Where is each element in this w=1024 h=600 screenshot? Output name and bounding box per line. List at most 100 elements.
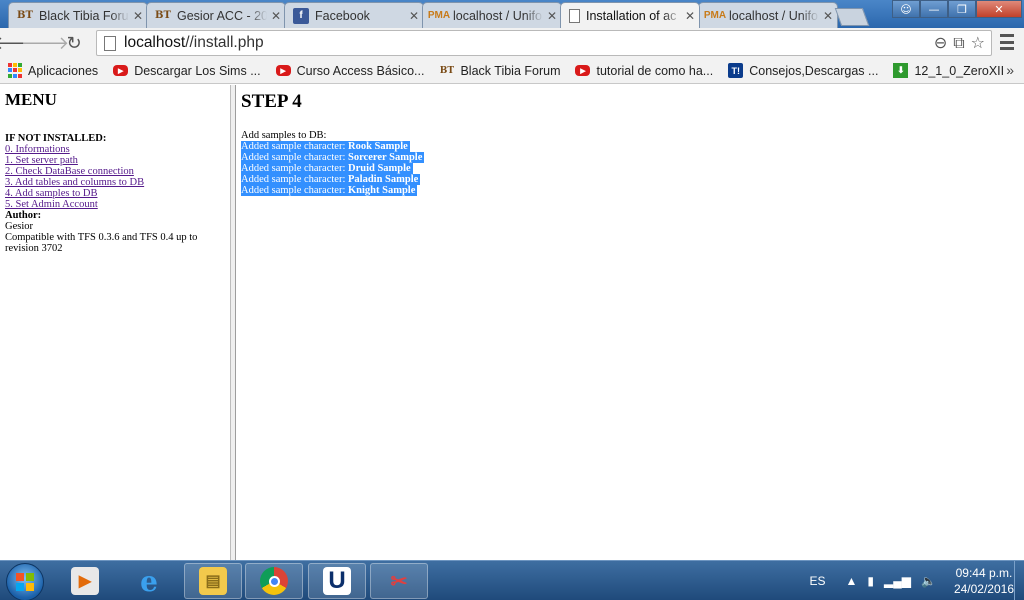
page-icon (104, 35, 116, 51)
page-icon (569, 8, 580, 23)
browser-tab-strip: BT Black Tibia Foru ✕ BT Gesior ACC - 20… (0, 0, 1024, 28)
content-frame: STEP 4 Add samples to DB: Added sample c… (236, 85, 1024, 560)
taskbar-file-explorer[interactable]: ▤ (184, 563, 242, 599)
menu-link-admin-account[interactable]: 5. Set Admin Account (5, 199, 225, 210)
bookmarks-bar: Aplicaciones ▶ Descargar Los Sims ... ▶ … (0, 58, 1024, 84)
address-bar[interactable]: localhost//install.php ⊖ ⧉ ☆ (96, 30, 992, 56)
internet-explorer-icon: e (140, 564, 158, 598)
tab-gesior-acc[interactable]: BT Gesior ACC - 20 ✕ (146, 2, 286, 28)
sample-name: Rook Sample (348, 141, 408, 152)
compatibility-text: Compatible with TFS 0.3.6 and TFS 0.4 up… (5, 232, 198, 254)
window-controls: ☺ — ❐ ✕ (892, 0, 1022, 20)
author-name: Gesior (5, 221, 33, 232)
bt-logo-icon: BT (17, 10, 33, 21)
bt-logo-icon: BT (155, 10, 171, 21)
clock[interactable]: 09:44 p.m. 24/02/2016 (954, 565, 1014, 597)
tab-phpmyadmin-2[interactable]: PMA localhost / Unifo ✕ (698, 2, 838, 28)
close-window-button[interactable]: ✕ (976, 0, 1022, 18)
page-content: MENU IF NOT INSTALLED: 0. Informations 1… (0, 85, 1024, 560)
sample-line: Added sample character: Sorcerer Sample (241, 152, 1019, 163)
sample-prefix: Added sample character: (241, 141, 346, 152)
sample-name: Sorcerer Sample (348, 152, 423, 163)
windows-logo-icon (16, 573, 34, 591)
network-signal-icon[interactable]: ▂▄▆ (884, 574, 911, 588)
browser-toolbar: 🡐 🡒 ↻ localhost//install.php ⊖ ⧉ ☆ (0, 28, 1024, 58)
bookmark-black-tibia[interactable]: BT Black Tibia Forum (432, 63, 568, 78)
sample-prefix: Added sample character: (241, 185, 346, 196)
translate-icon[interactable]: ⧉ (953, 33, 964, 53)
url-text[interactable]: localhost//install.php (124, 34, 934, 52)
sample-name: Knight Sample (348, 185, 416, 196)
sample-prefix: Added sample character: (241, 174, 346, 185)
chrome-icon (260, 567, 288, 595)
close-icon[interactable]: ✕ (819, 9, 837, 23)
chrome-menu-icon[interactable] (1000, 34, 1014, 50)
menu-link-informations[interactable]: 0. Informations (5, 144, 225, 155)
tab-installation[interactable]: Installation of ac ✕ (560, 2, 700, 28)
taskbar-media-player[interactable]: ▶ (56, 563, 114, 599)
taringa-icon: T! (728, 63, 744, 78)
close-icon[interactable]: ✕ (681, 9, 699, 23)
show-hidden-icons-icon[interactable]: ▲ (846, 574, 858, 588)
close-icon[interactable]: ✕ (543, 9, 561, 23)
minimize-button[interactable]: — (920, 0, 948, 18)
bookmark-star-icon[interactable]: ☆ (971, 33, 985, 53)
close-icon[interactable]: ✕ (405, 9, 423, 23)
taskbar-uniserver[interactable]: U (308, 563, 366, 599)
menu-title: MENU (5, 90, 57, 109)
sample-name: Paladin Sample (348, 174, 419, 185)
section-heading: IF NOT INSTALLED: (5, 133, 107, 144)
phpmyadmin-icon: PMA (427, 10, 451, 21)
bookmark-label: Black Tibia Forum (460, 63, 561, 78)
close-icon[interactable]: ✕ (129, 9, 147, 23)
tool-icon: ✂ (390, 570, 408, 593)
power-icon[interactable]: ▮ (867, 574, 874, 588)
close-icon[interactable]: ✕ (267, 9, 285, 23)
url-path: //install.php (185, 34, 264, 51)
bookmark-label: Curso Access Básico... (296, 63, 425, 78)
language-indicator[interactable]: ES (810, 574, 826, 588)
tab-phpmyadmin-1[interactable]: PMA localhost / Unifo ✕ (422, 2, 562, 28)
reload-icon[interactable]: ↻ (63, 32, 85, 54)
menu-link-add-tables[interactable]: 3. Add tables and columns to DB (5, 177, 225, 188)
bookmark-label: 12_1_0_ZeroXII (914, 63, 1005, 78)
windows-taskbar: ▶ e ▤ U ✂ ES ▲ ▮ ▂▄▆ 🔈 09:44 p.m. 24/02/… (0, 560, 1024, 600)
taskbar-internet-explorer[interactable]: e (120, 563, 178, 599)
step-title: STEP 4 (241, 91, 302, 112)
tab-facebook[interactable]: f Facebook ✕ (284, 2, 424, 28)
bookmark-curso-access[interactable]: ▶ Curso Access Básico... (269, 64, 433, 78)
menu-link-add-samples[interactable]: 4. Add samples to DB (5, 188, 225, 199)
user-icon[interactable]: ☺ (892, 0, 920, 18)
forward-arrow-icon[interactable]: 🡒 (21, 32, 69, 54)
taskbar-tool[interactable]: ✂ (370, 563, 428, 599)
volume-icon[interactable]: 🔈 (921, 574, 936, 588)
tab-title: Gesior ACC - 20 (177, 8, 267, 23)
sample-line: Added sample character: Knight Sample (241, 185, 1019, 196)
bookmark-aplicaciones[interactable]: Aplicaciones (0, 63, 106, 78)
maximize-button[interactable]: ❐ (948, 0, 976, 18)
bookmark-label: Aplicaciones (28, 63, 99, 78)
bookmark-tutorial[interactable]: ▶ tutorial de como ha... (568, 64, 721, 78)
youtube-icon: ▶ (575, 65, 591, 76)
taskbar-chrome[interactable] (245, 563, 303, 599)
show-desktop-button[interactable] (1014, 561, 1024, 600)
start-button[interactable] (6, 563, 44, 600)
bookmarks-overflow-button[interactable]: » (1006, 62, 1014, 78)
new-tab-button[interactable] (834, 8, 870, 26)
bookmark-zeroxii[interactable]: ⬇ 12_1_0_ZeroXII (886, 63, 1012, 78)
sample-line: Added sample character: Rook Sample (241, 141, 1019, 152)
menu-link-server-path[interactable]: 1. Set server path (5, 155, 225, 166)
clock-date: 24/02/2016 (953, 582, 1014, 596)
sample-prefix: Added sample character: (241, 152, 346, 163)
zoom-icon[interactable]: ⊖ (934, 33, 947, 53)
youtube-icon: ▶ (275, 65, 291, 76)
tab-title: Facebook (315, 8, 370, 23)
tab-black-tibia-forum[interactable]: BT Black Tibia Foru ✕ (8, 2, 148, 28)
bt-logo-icon: BT (439, 65, 455, 76)
phpmyadmin-icon: PMA (703, 10, 727, 21)
youtube-icon: ▶ (113, 65, 129, 76)
menu-frame: MENU IF NOT INSTALLED: 0. Informations 1… (0, 85, 230, 560)
bookmark-sims[interactable]: ▶ Descargar Los Sims ... (106, 64, 268, 78)
bookmark-consejos[interactable]: T! Consejos,Descargas ... (721, 63, 886, 78)
menu-link-db-connection[interactable]: 2. Check DataBase connection (5, 166, 225, 177)
